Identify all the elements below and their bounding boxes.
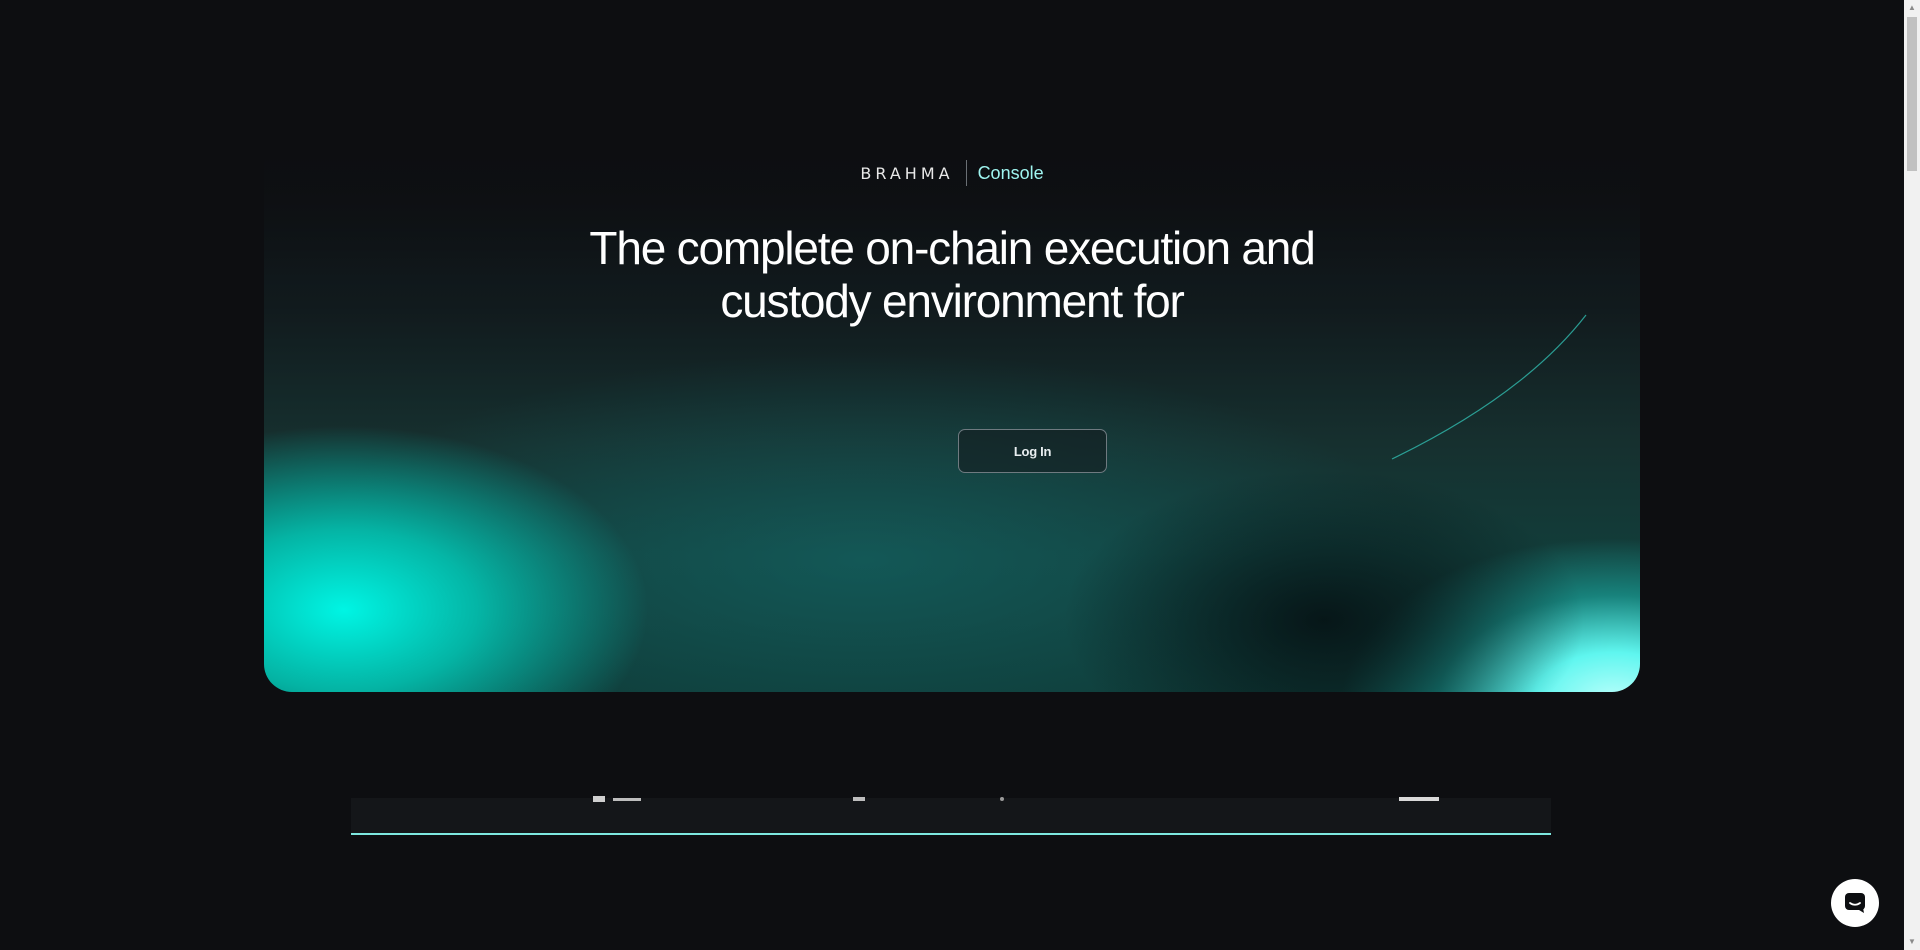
scroll-up-arrow-icon[interactable]: ▲ (1904, 0, 1920, 16)
brand-header: BRAHMA Console (0, 160, 1904, 186)
chat-launcher-button[interactable] (1831, 879, 1879, 927)
hero-headline: The complete on-chain execution and cust… (0, 222, 1904, 328)
scrollbar-thumb[interactable] (1907, 17, 1917, 171)
partner-logo-3-icon (1000, 797, 1004, 801)
chat-bubble-icon (1845, 893, 1865, 913)
headline-line-2: custody environment for (720, 275, 1185, 327)
brahma-logo[interactable]: BRAHMA (860, 164, 965, 183)
vertical-scrollbar[interactable]: ▲ ▼ (1904, 0, 1920, 950)
login-button[interactable]: Log In (958, 429, 1107, 473)
partner-logo-4-icon (1399, 797, 1439, 801)
partner-logo-3 (997, 794, 1007, 804)
partner-logo-4 (1399, 794, 1439, 804)
landing-page: BRAHMA Console The complete on-chain exe… (0, 0, 1920, 950)
headline-line-1: The complete on-chain execution and (589, 222, 1315, 274)
partner-logo-1-icon (593, 796, 641, 802)
partner-logo-2-icon (853, 797, 865, 801)
partner-strip (351, 796, 1551, 835)
partner-logo-2 (853, 794, 867, 804)
scroll-down-arrow-icon[interactable]: ▼ (1904, 934, 1920, 950)
brand-product-label: Console (977, 162, 1044, 183)
partner-logo-1 (593, 794, 653, 804)
